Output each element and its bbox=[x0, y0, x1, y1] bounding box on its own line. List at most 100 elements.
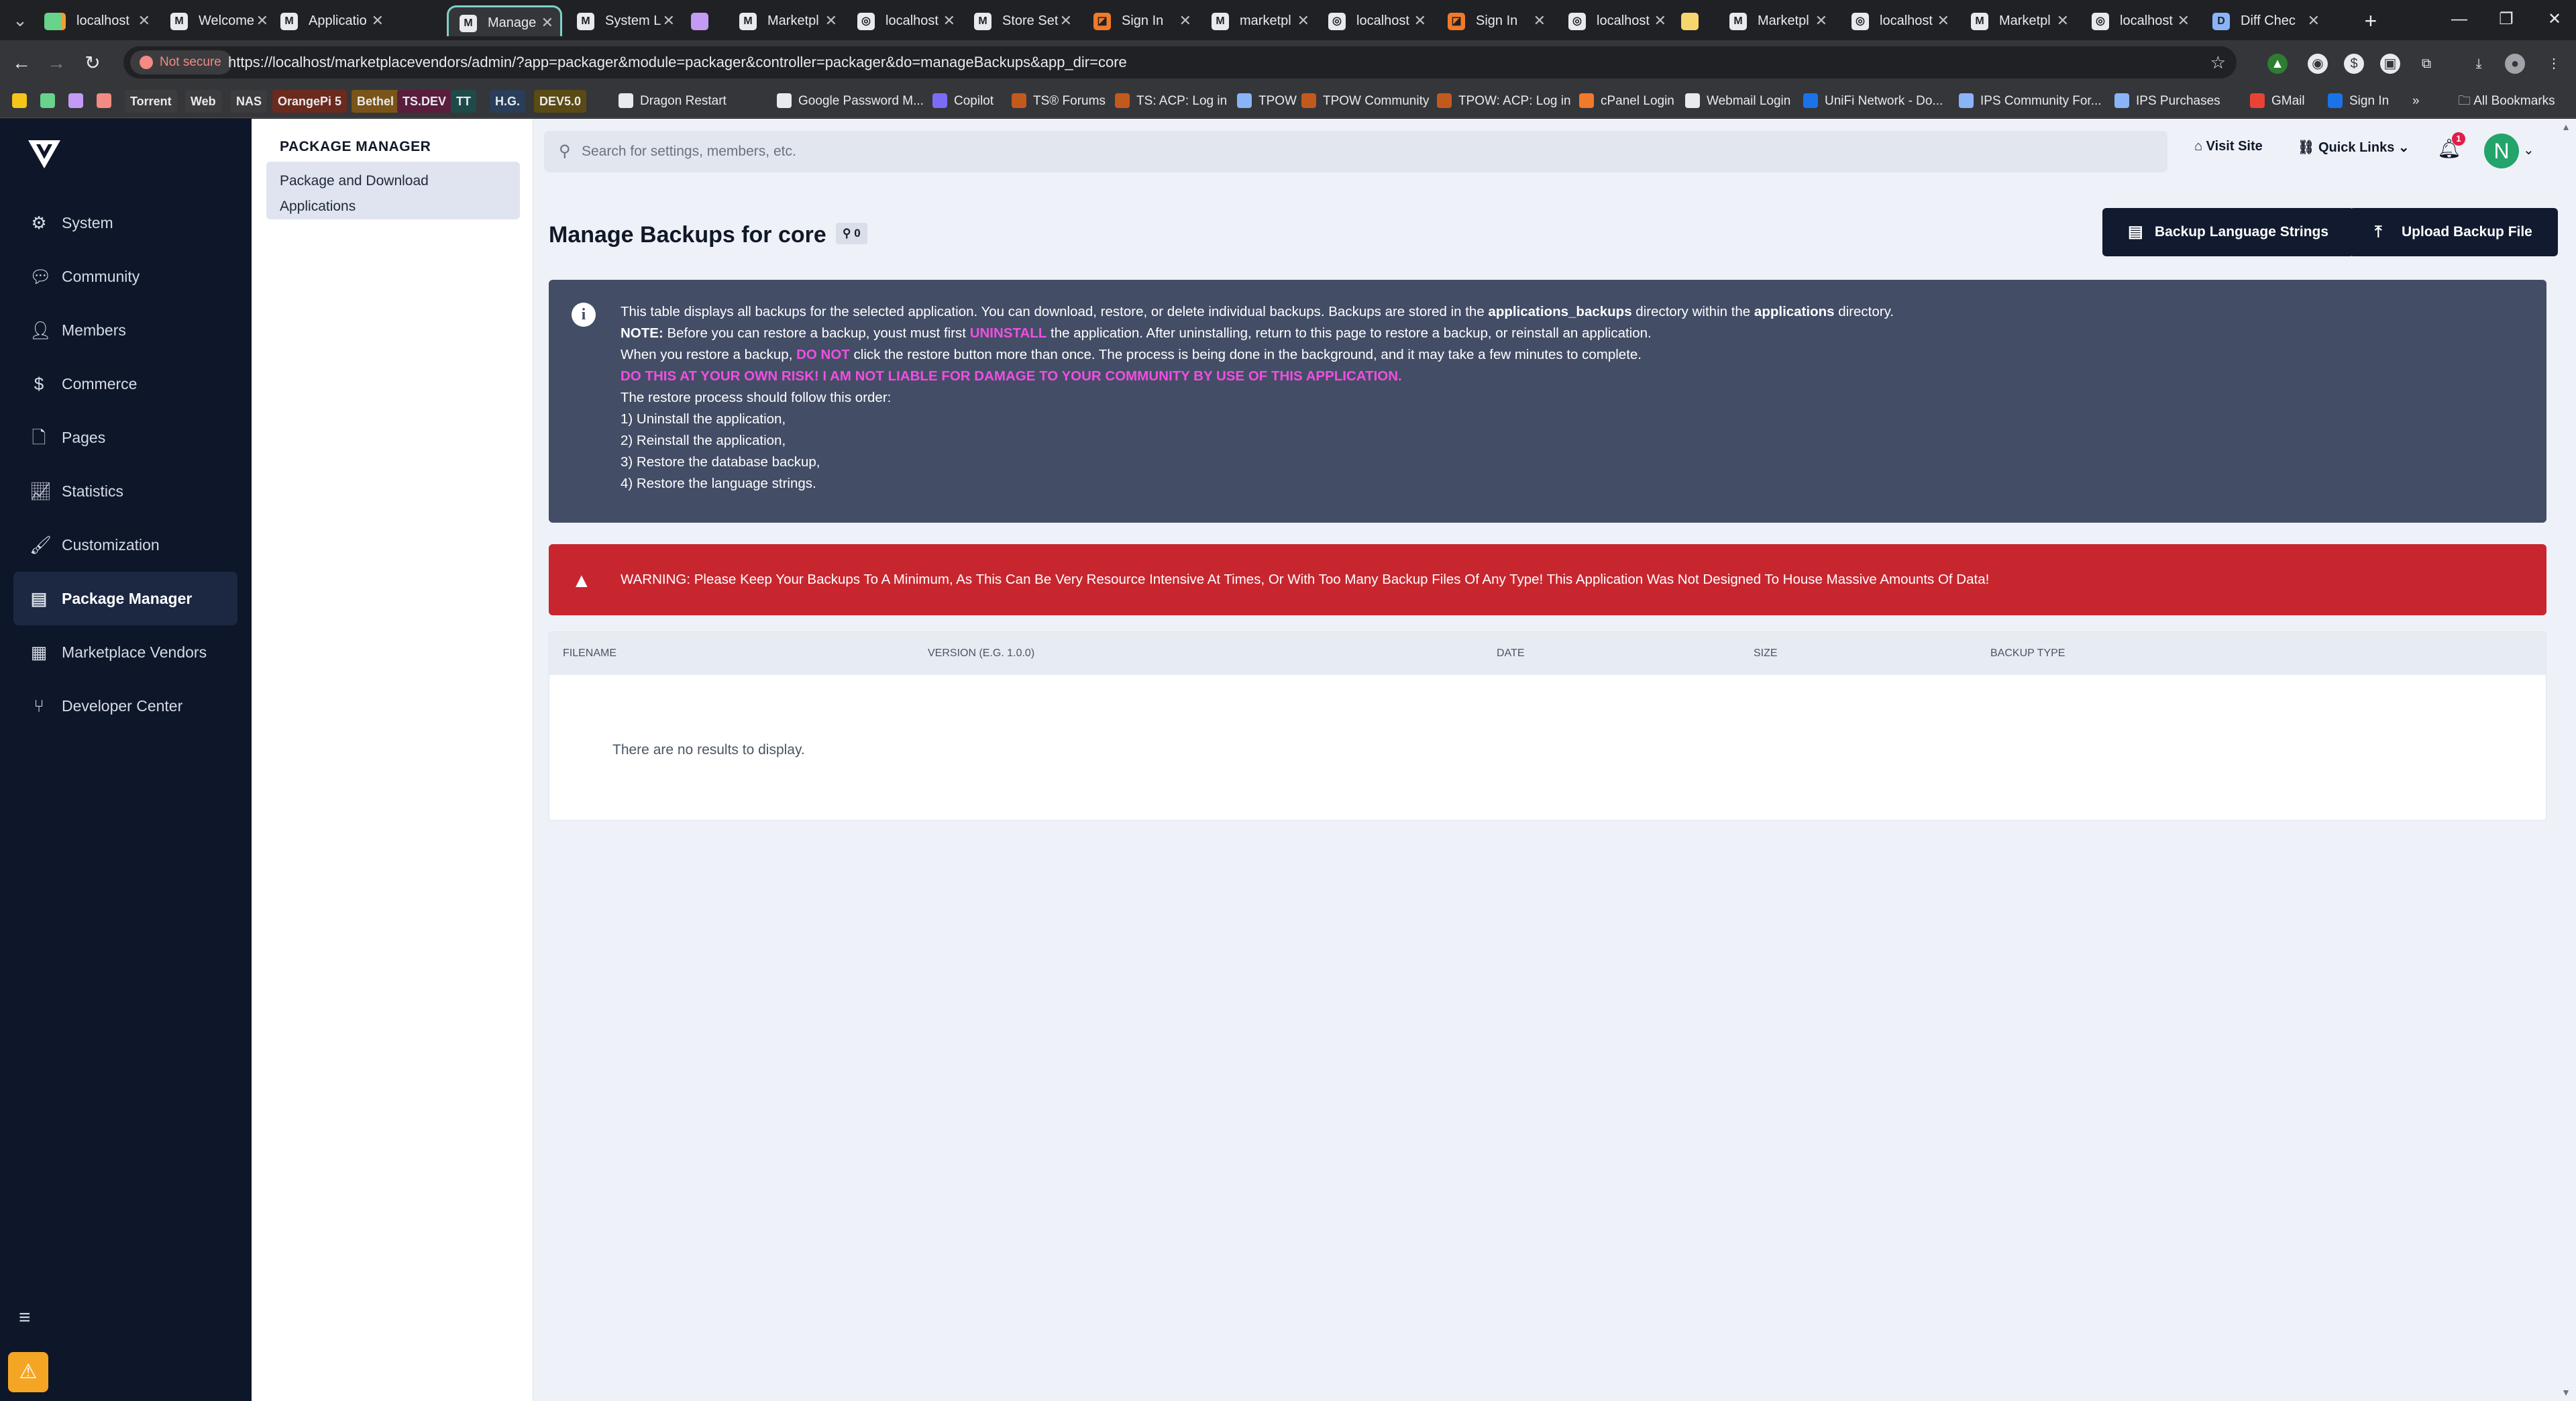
back-arrow-icon[interactable]: ← bbox=[8, 50, 35, 76]
profile-avatar-icon[interactable]: ● bbox=[2505, 54, 2525, 74]
bookmark-item[interactable]: OrangePi 5 bbox=[272, 90, 347, 113]
bookmark-item[interactable]: IPS Purchases bbox=[2114, 90, 2220, 113]
address-bar[interactable]: Not secure https://localhost/marketplace… bbox=[123, 46, 2237, 79]
extension-dollar-icon[interactable]: $ bbox=[2344, 54, 2364, 74]
column-header-size[interactable]: Size bbox=[1754, 632, 1778, 675]
tab-close-icon[interactable]: ✕ bbox=[2308, 5, 2320, 36]
tab-close-icon[interactable]: ✕ bbox=[138, 5, 150, 36]
extension-copilot-icon[interactable]: ◉ bbox=[2308, 54, 2328, 74]
bookmark-folder-red-icon[interactable] bbox=[97, 93, 111, 108]
extension-puzzle-icon[interactable]: ▣ bbox=[2380, 54, 2400, 74]
tab-search-chevron-icon[interactable]: ⌄ bbox=[7, 8, 34, 32]
tab-close-icon[interactable]: ✕ bbox=[1179, 5, 1191, 36]
browser-tab[interactable]: ◎ localhost ✕ bbox=[1841, 5, 1956, 36]
global-search[interactable]: ⚲ bbox=[544, 131, 2167, 172]
bookmark-item[interactable]: Bethel bbox=[352, 90, 400, 113]
bookmark-item[interactable]: cPanel Login bbox=[1579, 90, 1674, 113]
bookmark-item[interactable]: Google Password M... bbox=[777, 90, 924, 113]
sidebar-item-statistics[interactable]: 📈︎ Statistics bbox=[13, 464, 237, 518]
extensions-icon[interactable]: ⧉ bbox=[2416, 54, 2436, 74]
sidebar-item-marketplace-vendors[interactable]: ▦ Marketplace Vendors bbox=[13, 625, 237, 679]
bookmark-item[interactable]: TS® Forums bbox=[1012, 90, 1106, 113]
browser-tab[interactable]: M Marketpl ✕ bbox=[1960, 5, 2076, 36]
sidebar-item-pages[interactable]: 🗋 Pages bbox=[13, 411, 237, 464]
user-avatar[interactable]: N bbox=[2484, 134, 2519, 168]
not-secure-chip[interactable]: Not secure bbox=[130, 50, 232, 74]
browser-tab[interactable]: ◪ Sign In ✕ bbox=[1083, 5, 1198, 36]
browser-tab[interactable]: ◎ localhost ✕ bbox=[847, 5, 962, 36]
bookmark-item[interactable]: Webmail Login bbox=[1685, 90, 1790, 113]
subnav-item-package-download[interactable]: Package and Download Applications bbox=[266, 162, 520, 219]
browser-tab[interactable]: ◎ localhost ✕ bbox=[1318, 5, 1433, 36]
tab-close-icon[interactable]: ✕ bbox=[1654, 5, 1666, 36]
more-bookmarks-chevron-icon[interactable]: » bbox=[2412, 90, 2420, 113]
tab-close-icon[interactable]: ✕ bbox=[1815, 5, 1827, 36]
all-bookmarks-folder[interactable]: 🗀 All Bookmarks bbox=[2458, 90, 2555, 113]
sidebar-item-commerce[interactable]: $ Commerce bbox=[13, 357, 237, 411]
bookmark-folder-green-icon[interactable] bbox=[40, 93, 55, 108]
browser-tab[interactable]: Mmarketpl ✕ bbox=[1201, 5, 1316, 36]
bookmark-item[interactable]: TT bbox=[451, 90, 476, 113]
column-header-filename[interactable]: Filename bbox=[563, 632, 616, 675]
sidebar-item-package-manager[interactable]: ▤ Package Manager bbox=[13, 572, 237, 625]
url-text[interactable]: https://localhost/marketplacevendors/adm… bbox=[228, 46, 1127, 79]
collapse-menu-icon[interactable]: ≡ bbox=[19, 1306, 31, 1329]
new-tab-button[interactable]: + bbox=[2357, 5, 2384, 36]
bookmark-item[interactable]: Torrent bbox=[125, 90, 177, 113]
browser-tab[interactable] bbox=[39, 5, 66, 36]
tab-close-icon[interactable]: ✕ bbox=[825, 5, 837, 36]
search-input[interactable] bbox=[582, 131, 2151, 172]
tab-close-icon[interactable]: ✕ bbox=[663, 5, 675, 36]
quick-links-dropdown[interactable]: ⛓ Quick Links ⌄ bbox=[2298, 139, 2410, 156]
bookmark-item[interactable]: TS: ACP: Log in bbox=[1115, 90, 1227, 113]
scrollbar-up-arrow[interactable]: ▲ bbox=[2561, 121, 2571, 132]
app-logo-icon[interactable] bbox=[27, 139, 62, 170]
tab-close-icon[interactable]: ✕ bbox=[943, 5, 955, 36]
browser-tab[interactable]: M System L ✕ bbox=[566, 5, 682, 36]
browser-tab[interactable]: ◪ Sign In ✕ bbox=[1437, 5, 1552, 36]
sidebar-item-developer-center[interactable]: ⑂ Developer Center bbox=[13, 679, 237, 733]
browser-tab[interactable] bbox=[686, 5, 712, 36]
column-header-version[interactable]: Version (e.g. 1.0.0) bbox=[928, 632, 1034, 675]
tab-close-icon[interactable]: ✕ bbox=[1060, 5, 1072, 36]
sidebar-item-system[interactable]: ⚙ System bbox=[13, 196, 237, 250]
bookmark-item[interactable]: Copilot bbox=[932, 90, 994, 113]
bookmark-item[interactable]: NAS bbox=[231, 90, 268, 113]
bookmark-item[interactable]: TS.DEV bbox=[397, 90, 452, 113]
sidebar-item-customization[interactable]: 🖌︎ Customization bbox=[13, 518, 237, 572]
bookmark-item[interactable]: IPS Community For... bbox=[1959, 90, 2102, 113]
tab-close-icon[interactable]: ✕ bbox=[1937, 5, 1949, 36]
tab-close-icon[interactable]: ✕ bbox=[372, 5, 384, 36]
bookmark-item[interactable]: Web bbox=[185, 90, 221, 113]
browser-tab[interactable]: M Applicatio ✕ bbox=[270, 5, 390, 36]
account-chevron-down-icon[interactable]: ⌄ bbox=[2523, 142, 2534, 158]
reload-icon[interactable]: ↻ bbox=[79, 50, 106, 76]
tab-close-icon[interactable]: ✕ bbox=[1414, 5, 1426, 36]
browser-tab[interactable]: M Store Set ✕ bbox=[963, 5, 1079, 36]
browser-tab[interactable]: ◎ localhost ✕ bbox=[2081, 5, 2196, 36]
bookmark-item[interactable]: Sign In bbox=[2328, 90, 2389, 113]
close-window-button[interactable]: ✕ bbox=[2528, 4, 2576, 35]
bookmark-folder-yellow-icon[interactable] bbox=[12, 93, 27, 108]
tab-close-icon[interactable]: ✕ bbox=[2178, 5, 2190, 36]
tab-close-icon[interactable]: ✕ bbox=[2057, 5, 2069, 36]
browser-tab[interactable]: M Welcome ✕ bbox=[160, 5, 275, 36]
upload-backup-file-button[interactable]: ⤒ Upload Backup File bbox=[2349, 208, 2558, 256]
bookmark-item[interactable]: DEV5.0 bbox=[534, 90, 587, 113]
bookmark-star-icon[interactable]: ☆ bbox=[2210, 46, 2226, 79]
bookmark-item[interactable]: TPOW Community bbox=[1301, 90, 1429, 113]
restore-window-button[interactable]: ❐ bbox=[2479, 4, 2533, 35]
column-header-backup-type[interactable]: Backup Type bbox=[1990, 632, 2065, 675]
bookmark-folder-purple-icon[interactable] bbox=[68, 93, 83, 108]
tab-close-icon[interactable]: ✕ bbox=[1534, 5, 1546, 36]
minimize-window-button[interactable]: — bbox=[2432, 4, 2486, 35]
tab-close-icon[interactable]: ✕ bbox=[541, 7, 553, 36]
bookmark-item[interactable]: UniFi Network - Do... bbox=[1803, 90, 1943, 113]
bookmark-item[interactable]: Dragon Restart bbox=[619, 90, 727, 113]
browser-tab[interactable] bbox=[1676, 5, 1703, 36]
browser-tab[interactable]: M Marketpl ✕ bbox=[1719, 5, 1834, 36]
sidebar-item-community[interactable]: 💬︎ Community bbox=[13, 250, 237, 303]
downloads-icon[interactable]: ⤓ bbox=[2469, 54, 2489, 74]
bookmark-item[interactable]: GMail bbox=[2250, 90, 2305, 113]
backup-language-strings-button[interactable]: ▤ Backup Language Strings bbox=[2102, 208, 2355, 256]
